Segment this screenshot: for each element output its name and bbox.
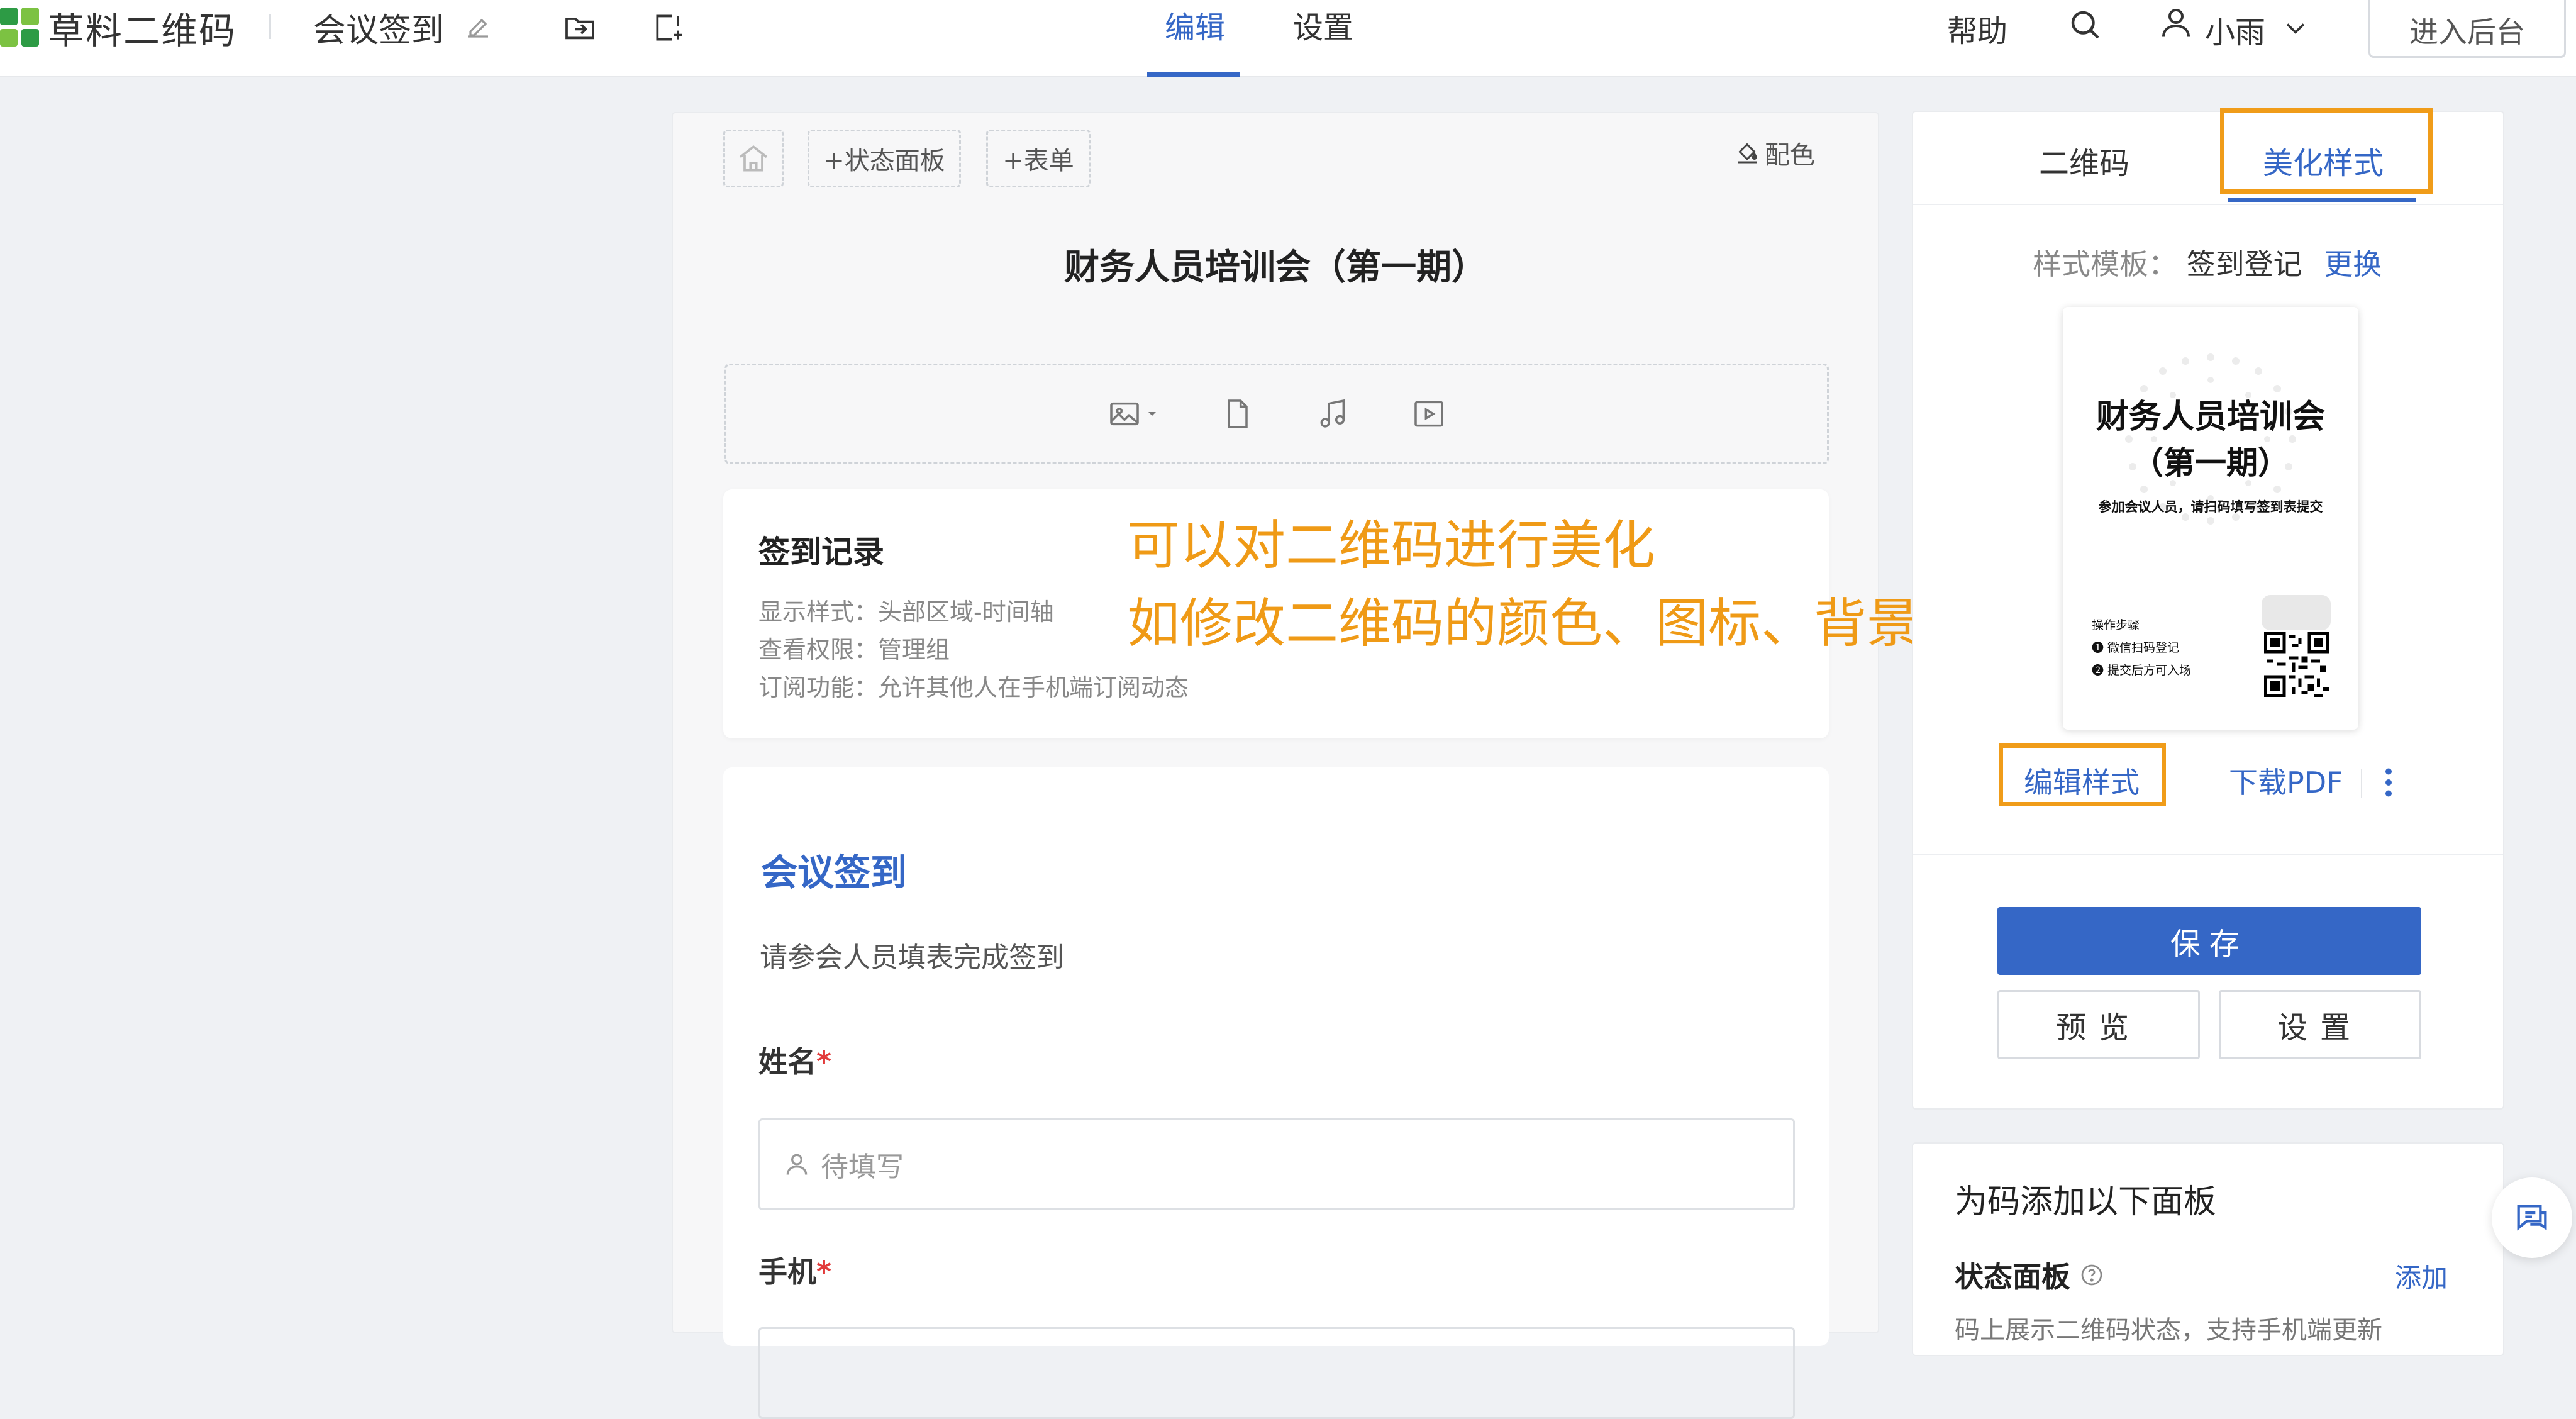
editor-canvas: +状态面板 +表单 配色 财务人员培训会（第一期） 签到记录 显示样式：头部区域… — [672, 112, 1879, 1419]
record-display-style: 显示样式：头部区域-时间轴 — [758, 598, 1054, 626]
save-button[interactable]: 保存 — [1997, 907, 2421, 975]
tab-edit[interactable]: 编辑 — [1165, 3, 1225, 47]
right-tab-divider — [1913, 204, 2503, 205]
poster-subtitle: 参加会议人员，请扫码填写签到表提交 — [2098, 499, 2323, 515]
link-divider — [2361, 769, 2362, 798]
help-link[interactable]: 帮助 — [1947, 6, 2007, 50]
poster-steps: 操作步骤 ❶ 微信扫码登记 ❷ 提交后方可入场 — [2092, 618, 2192, 677]
enter-backend-button[interactable]: 进入后台 — [2368, 0, 2566, 58]
template-row: 样式模板： 签到登记 更换 — [2033, 242, 2382, 283]
record-card-title: 签到记录 — [758, 534, 884, 570]
caret-down-icon — [1148, 412, 1156, 416]
change-template-link[interactable]: 更换 — [2324, 247, 2382, 281]
user-name[interactable]: 小雨 — [2205, 8, 2265, 52]
edit-style-link[interactable]: 编辑样式 — [2024, 760, 2140, 801]
add-form-button[interactable]: +表单 — [986, 130, 1091, 187]
add-panels-title: 为码添加以下面板 — [1955, 1183, 2217, 1221]
more-vertical-icon[interactable] — [2375, 764, 2402, 801]
user-icon[interactable] — [2157, 4, 2195, 42]
annotation-line-2: 如修改二维码的颜色、图标、背景等 — [1127, 593, 1973, 654]
new-code-icon[interactable] — [652, 10, 687, 45]
video-icon[interactable] — [1411, 396, 1446, 431]
form-title[interactable]: 会议签到 — [761, 843, 907, 896]
template-key: 样式模板： — [2033, 247, 2177, 281]
logo[interactable]: 草料二维码 — [0, 5, 236, 52]
add-panels-section: 为码添加以下面板 状态面板 添加 码上展示二维码状态，支持手机端更新 — [1912, 1142, 2504, 1356]
logo-icon — [0, 8, 40, 48]
file-icon[interactable] — [1220, 396, 1255, 431]
highlight-box-beautify — [2220, 108, 2433, 194]
preview-button[interactable]: 预览 — [1997, 990, 2200, 1059]
name-field-label: 姓名* — [758, 1045, 832, 1079]
palette-button[interactable]: 配色 — [1735, 135, 1815, 171]
app-title: 会议签到 — [313, 12, 445, 50]
right-panel: 二维码 美化样式 样式模板： 签到登记 更换 财务人员培训会 （第一期） 参加会… — [1912, 108, 2504, 1110]
tab-settings[interactable]: 设置 — [1293, 3, 1353, 47]
home-button[interactable] — [723, 130, 784, 187]
right-panel-divider — [1913, 854, 2503, 855]
status-panel-label: 状态面板 — [1955, 1260, 2070, 1294]
record-permission: 查看权限：管理组 — [758, 636, 950, 664]
media-insert-area — [724, 364, 1829, 464]
logo-text: 草料二维码 — [48, 9, 237, 52]
top-bar: 草料二维码 会议签到 编辑 设置 帮助 小雨 进入后台 — [0, 0, 2576, 77]
insert-image-button[interactable] — [1107, 396, 1160, 431]
image-icon — [1110, 402, 1139, 426]
tab-qrcode[interactable]: 二维码 — [2039, 138, 2129, 182]
active-tab-indicator — [1147, 72, 1240, 77]
move-folder-icon[interactable] — [562, 10, 597, 45]
name-field-placeholder: 待填写 — [821, 1151, 904, 1183]
palette-label: 配色 — [1765, 141, 1815, 170]
rename-pen-icon[interactable] — [463, 11, 493, 42]
download-pdf-link[interactable]: 下载PDF — [2229, 760, 2343, 801]
status-panel-item: 状态面板 — [1955, 1254, 2104, 1296]
record-subscription: 订阅功能：允许其他人在手机端订阅动态 — [758, 674, 1189, 701]
search-icon[interactable] — [2067, 6, 2104, 44]
annotation-line-1: 可以对二维码进行美化 — [1127, 515, 1656, 576]
chat-icon — [2517, 1205, 2547, 1231]
qr-poster-preview[interactable]: 财务人员培训会 （第一期） 参加会议人员，请扫码填写签到表提交 操作步骤 ❶ 微… — [2063, 307, 2358, 730]
phone-field-label: 手机* — [758, 1255, 832, 1289]
header-divider — [269, 14, 271, 39]
add-status-panel-button[interactable]: +状态面板 — [808, 130, 961, 187]
right-tab-indicator — [2228, 198, 2416, 202]
poster-title-line2: （第一期） — [2132, 444, 2289, 481]
phone-field[interactable] — [758, 1327, 1795, 1419]
user-icon — [786, 1154, 808, 1175]
chevron-down-icon[interactable] — [2282, 14, 2309, 42]
poster-title-line1: 财务人员培训会 — [2096, 398, 2325, 436]
name-field[interactable]: 待填写 — [758, 1118, 1795, 1210]
document-title[interactable]: 财务人员培训会（第一期） — [673, 239, 1878, 290]
poster-logo-placeholder — [2262, 595, 2331, 630]
qr-code-icon — [2264, 632, 2329, 697]
settings-button[interactable]: 设置 — [2219, 990, 2421, 1059]
home-icon — [739, 145, 768, 172]
chat-support-button[interactable] — [2492, 1177, 2572, 1258]
template-value: 签到登记 — [2186, 247, 2302, 281]
paint-bucket-icon — [1738, 143, 1757, 164]
status-panel-description: 码上展示二维码状态，支持手机端更新 — [1955, 1316, 2382, 1345]
help-circle-icon[interactable] — [2079, 1262, 2104, 1288]
form-card: 会议签到 请参会人员填表完成签到 姓名* 待填写 手机* — [723, 767, 1829, 1419]
music-icon[interactable] — [1316, 396, 1351, 431]
form-description[interactable]: 请参会人员填表完成签到 — [760, 935, 1064, 975]
add-status-panel-link[interactable]: 添加 — [2395, 1257, 2448, 1295]
